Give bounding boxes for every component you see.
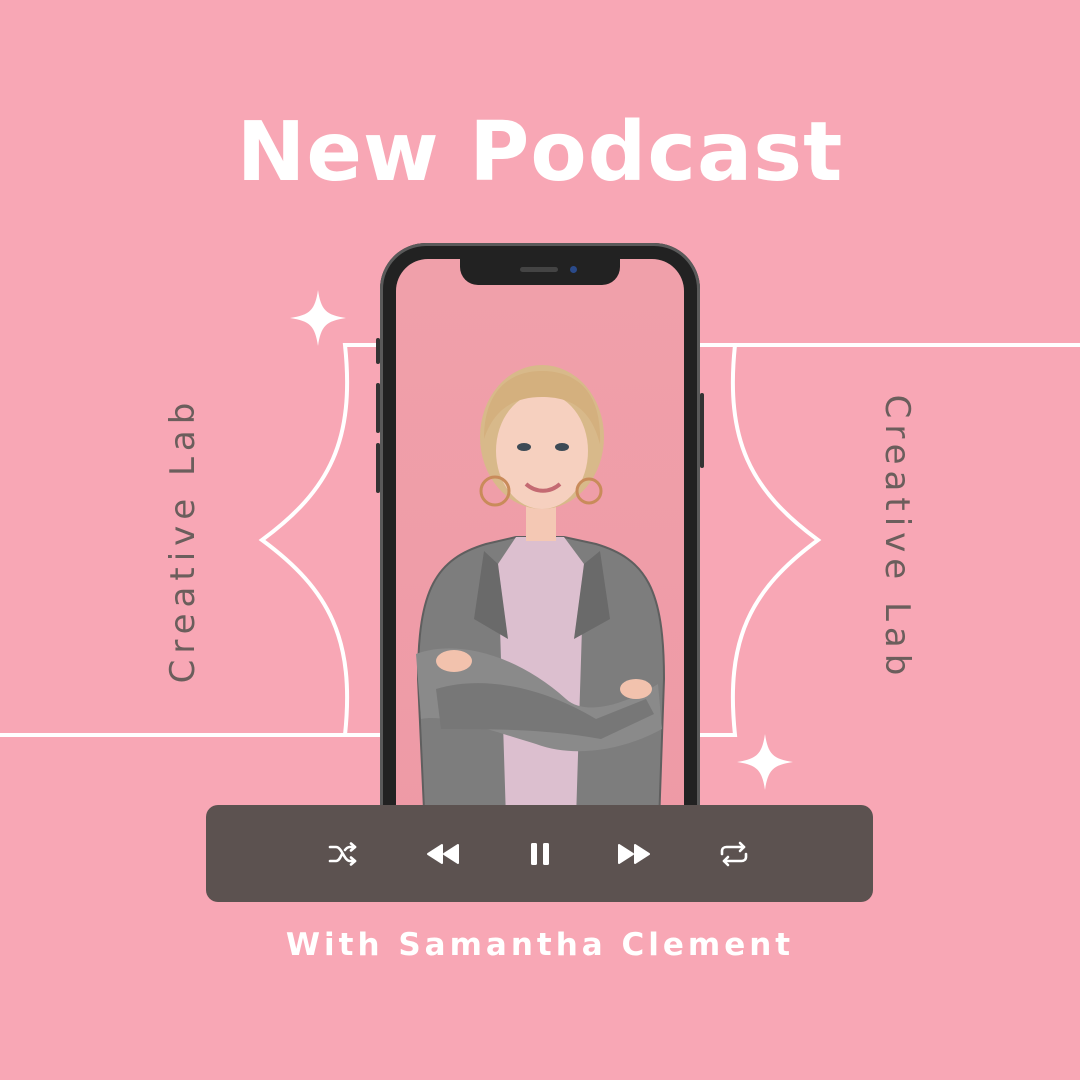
repeat-button[interactable] [704, 805, 764, 902]
phone-side-button [376, 443, 380, 493]
player-control-bar [206, 805, 873, 902]
phone-screen [396, 259, 684, 853]
fast-forward-icon [618, 843, 650, 864]
pause-button[interactable] [510, 805, 570, 902]
brand-label-left: Creative Lab [163, 396, 203, 684]
phone-speaker [520, 267, 558, 272]
page-title: New Podcast [236, 105, 844, 200]
shuffle-icon [328, 841, 357, 866]
phone-side-button [376, 383, 380, 433]
rewind-button[interactable] [413, 805, 473, 902]
phone-notch [460, 259, 620, 285]
phone-side-button [376, 338, 380, 364]
fast-forward-button[interactable] [604, 805, 664, 902]
repeat-icon [720, 841, 748, 866]
host-name: With Samantha Clement [285, 927, 795, 963]
rewind-icon [427, 843, 459, 864]
sparkle-icon [737, 734, 793, 790]
brand-label-right: Creative Lab [877, 394, 917, 682]
shuffle-button[interactable] [313, 805, 373, 902]
pause-icon [531, 842, 549, 865]
host-photo [416, 365, 666, 853]
phone-side-button [700, 393, 704, 468]
phone-mockup [376, 243, 704, 853]
sparkle-icon [290, 290, 346, 346]
phone-camera [570, 266, 577, 273]
